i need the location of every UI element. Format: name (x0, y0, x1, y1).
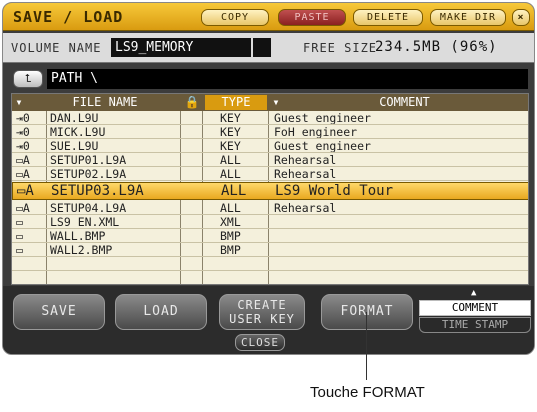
file-name: SETUP02.L9A (50, 167, 127, 180)
callout-leader-line (366, 312, 367, 380)
key-file-icon: ⇥0 (16, 111, 30, 124)
file-type: KEY (220, 139, 241, 152)
free-size-value: 234.5MB (96%) (375, 39, 498, 55)
file-list: ▾ FILE NAME 🔒 TYPE ▾ COMMENT ⇥0 DAN.L9U … (11, 93, 529, 285)
close-x-button[interactable]: × (512, 9, 530, 26)
file-comment: Rehearsal (274, 201, 337, 214)
free-size-label: FREE SIZE (303, 41, 378, 55)
sort-by-timestamp-button[interactable]: TIME STAMP (419, 317, 531, 333)
file-name: WALL2.BMP (50, 243, 113, 256)
file-row[interactable]: ▭ WALL2.BMP BMP (12, 243, 528, 257)
volume-name-value: LS9_MEMORY (111, 38, 251, 57)
file-name: SUE.L9U (50, 139, 99, 152)
title-bar: SAVE / LOAD COPY PASTE DELETE MAKE DIR × (3, 3, 534, 31)
file-comment (274, 243, 524, 256)
file-type: BMP (220, 229, 241, 242)
load-button[interactable]: LOAD (115, 294, 207, 330)
file-row[interactable]: ▭A SETUP02.L9A ALL Rehearsal (12, 167, 528, 181)
file-name: SETUP01.L9A (50, 153, 127, 166)
path-display: PATH \ (47, 69, 528, 89)
paste-button[interactable]: PASTE (278, 9, 346, 26)
parent-directory-button[interactable]: ⮤ (13, 70, 43, 88)
format-button[interactable]: FORMAT (321, 294, 413, 330)
header-type[interactable]: TYPE (205, 95, 267, 110)
format-button-callout: Touche FORMAT (310, 384, 425, 401)
file-row[interactable]: ▭A SETUP01.L9A ALL Rehearsal (12, 153, 528, 167)
file-row[interactable]: ▭ WALL.BMP BMP (12, 229, 528, 243)
sort-up-triangle-icon: ▲ (471, 288, 477, 298)
key-file-icon: ⇥0 (16, 125, 30, 138)
key-file-icon: ⇥0 (16, 139, 30, 152)
file-list-header: ▾ FILE NAME 🔒 TYPE ▾ COMMENT (12, 94, 528, 111)
file-row-selected[interactable]: ▭A SETUP03.L9A ALL LS9 World Tour (12, 182, 528, 200)
file-type: ALL (220, 201, 241, 214)
file-comment: FoH engineer (274, 125, 358, 138)
bottom-button-bar: SAVE LOAD CREATE USER KEY FORMAT CLOSE ▲… (3, 286, 534, 354)
path-value: \ (90, 71, 98, 86)
file-type: BMP (220, 243, 241, 256)
file-name: SETUP03.L9A (51, 183, 144, 199)
file-type: ALL (220, 153, 241, 166)
volume-name-extra-box (253, 38, 271, 57)
sort-comment-triangle-icon[interactable]: ▾ (270, 95, 282, 110)
file-row-empty[interactable] (12, 271, 528, 284)
create-user-key-button[interactable]: CREATE USER KEY (219, 294, 305, 330)
document-file-icon: ▭ (16, 229, 23, 242)
save-load-window: SAVE / LOAD COPY PASTE DELETE MAKE DIR ×… (2, 2, 535, 355)
scene-file-icon: ▭A (16, 167, 30, 180)
sort-selector: ▲ COMMENT TIME STAMP (419, 288, 531, 336)
file-name: SETUP04.L9A (50, 201, 127, 214)
file-type: KEY (220, 111, 241, 124)
save-button[interactable]: SAVE (13, 294, 105, 330)
file-type: KEY (220, 125, 241, 138)
file-row[interactable]: ▭ LS9_EN.XML XML (12, 215, 528, 229)
file-type: ALL (220, 167, 241, 180)
file-name: LS9_EN.XML (50, 215, 120, 228)
file-row-empty[interactable] (12, 257, 528, 271)
path-label: PATH (51, 71, 83, 86)
create-user-key-line1: CREATE (237, 298, 287, 312)
document-file-icon: ▭ (16, 243, 23, 256)
file-name: MICK.L9U (50, 125, 106, 138)
header-file-name[interactable]: FILE NAME (30, 95, 180, 110)
file-row[interactable]: ⇥0 MICK.L9U KEY FoH engineer (12, 125, 528, 139)
sort-by-comment-button[interactable]: COMMENT (419, 300, 531, 316)
scene-file-icon: ▭A (17, 183, 34, 199)
file-row[interactable]: ▭A SETUP04.L9A ALL Rehearsal (12, 201, 528, 215)
file-row[interactable]: ⇥0 DAN.L9U KEY Guest engineer (12, 111, 528, 125)
file-name: WALL.BMP (50, 229, 106, 242)
make-dir-button[interactable]: MAKE DIR (430, 9, 506, 26)
file-name: DAN.L9U (50, 111, 99, 124)
file-comment: Rehearsal (274, 153, 337, 166)
file-type: ALL (221, 183, 247, 199)
delete-button[interactable]: DELETE (353, 9, 423, 26)
volume-info-row: VOLUME NAME LS9_MEMORY FREE SIZE 234.5MB… (3, 33, 534, 63)
window-title: SAVE / LOAD (13, 8, 124, 26)
file-comment: Guest engineer (274, 139, 371, 152)
volume-name-label: VOLUME NAME (11, 41, 102, 55)
arrow-up-icon: ⮤ (24, 72, 32, 85)
file-comment: Guest engineer (274, 111, 371, 124)
scene-file-icon: ▭A (16, 201, 30, 214)
file-type: XML (220, 215, 241, 228)
header-comment[interactable]: COMMENT (282, 95, 527, 110)
document-file-icon: ▭ (16, 215, 23, 228)
header-lock-icon[interactable]: 🔒 (182, 95, 202, 110)
create-user-key-line2: USER KEY (229, 312, 295, 326)
file-comment: Rehearsal (274, 167, 337, 180)
path-row: ⮤ PATH \ (13, 69, 528, 89)
file-comment (274, 215, 524, 228)
file-row[interactable]: ⇥0 SUE.L9U KEY Guest engineer (12, 139, 528, 153)
sort-name-triangle-icon[interactable]: ▾ (14, 95, 24, 110)
file-comment: LS9 World Tour (275, 183, 394, 199)
file-comment (274, 229, 524, 242)
copy-button[interactable]: COPY (201, 9, 269, 26)
close-button[interactable]: CLOSE (235, 334, 285, 351)
scene-file-icon: ▭A (16, 153, 30, 166)
